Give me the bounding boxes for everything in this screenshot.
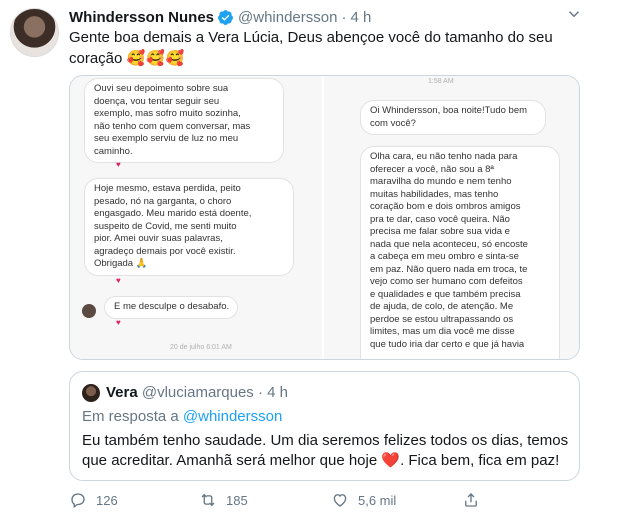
message-timestamp: 20 de julho 6:01 AM — [170, 344, 232, 351]
reply-button[interactable]: 126 — [69, 488, 118, 512]
screenshot-left[interactable]: Ouvi seu depoimento sobre sua doença, vo… — [70, 76, 324, 359]
quoted-text: Eu também tenho saudade. Um dia seremos … — [82, 431, 572, 471]
message-bubble: Oi Whindersson, boa noite!Tudo bem com v… — [360, 100, 546, 135]
emoji-group: 🥰🥰🥰 — [126, 50, 186, 67]
retweet-button[interactable]: 185 — [199, 488, 248, 512]
message-timestamp: 1:58 AM — [428, 78, 454, 85]
sender-avatar — [82, 304, 96, 318]
quoted-line-2b: . Fica bem, fica em paz! — [400, 452, 560, 469]
reply-count: 126 — [96, 492, 118, 508]
verified-badge-icon — [218, 9, 233, 25]
reply-to-link[interactable]: @whindersson — [183, 408, 282, 425]
separator-dot: · — [341, 8, 347, 26]
quoted-handle: @vluciamarques — [141, 384, 254, 401]
like-button[interactable]: 5,6 mil — [331, 488, 396, 512]
tweet[interactable]: Whindersson Nunes @whindersson · 4 h Gen… — [0, 0, 620, 523]
quoted-avatar — [82, 384, 100, 402]
heart-icon: ♥ — [116, 318, 121, 327]
message-bubble: E me desculpe o desabafo. — [104, 296, 238, 319]
chevron-down-icon[interactable] — [565, 5, 583, 23]
tweet-text: Gente boa demais a Vera Lúcia, Deus aben… — [69, 27, 589, 69]
author-avatar[interactable] — [10, 8, 59, 57]
retweet-icon — [201, 493, 215, 507]
quoted-header: Vera @vluciamarques · 4 h — [106, 384, 288, 401]
share-button[interactable] — [462, 488, 489, 512]
message-bubble: Hoje mesmo, estava perdida, peito pesado… — [84, 178, 294, 276]
media-card[interactable]: Ouvi seu depoimento sobre sua doença, vo… — [69, 75, 580, 360]
quoted-line-2a: que acreditar. Amanhã será melhor que ho… — [82, 452, 378, 469]
message-bubble: Ouvi seu depoimento sobre sua doença, vo… — [84, 78, 284, 163]
reply-context: Em resposta a @whindersson — [82, 408, 282, 425]
reply-prefix: Em resposta a — [82, 408, 179, 425]
author-name[interactable]: Whindersson Nunes — [69, 9, 214, 26]
separator-dot: · — [257, 384, 263, 401]
author-handle[interactable]: @whindersson — [238, 9, 337, 26]
action-bar: 126 185 5,6 mil — [69, 488, 589, 512]
reply-icon — [71, 493, 85, 509]
tweet-timestamp[interactable]: 4 h — [350, 9, 371, 26]
quoted-tweet[interactable]: Vera @vluciamarques · 4 h Em resposta a … — [69, 371, 580, 481]
heart-icon: ♥ — [116, 276, 121, 285]
like-count: 5,6 mil — [358, 492, 397, 508]
heart-icon: ♥ — [116, 160, 121, 169]
share-icon — [465, 493, 477, 507]
quoted-line-1: Eu também tenho saudade. Um dia seremos … — [82, 432, 569, 449]
quoted-name: Vera — [106, 384, 138, 401]
message-bubble: Olha cara, eu não tenho nada para oferec… — [360, 146, 560, 359]
retweet-count: 185 — [226, 492, 248, 508]
heart-outline-icon — [333, 494, 347, 507]
quoted-timestamp: 4 h — [267, 384, 289, 401]
red-heart-icon: ❤️ — [381, 452, 401, 469]
tweet-header: Whindersson Nunes @whindersson · 4 h — [69, 7, 371, 27]
screenshot-right[interactable]: 1:58 AM Oi Whindersson, boa noite!Tudo b… — [324, 76, 579, 359]
